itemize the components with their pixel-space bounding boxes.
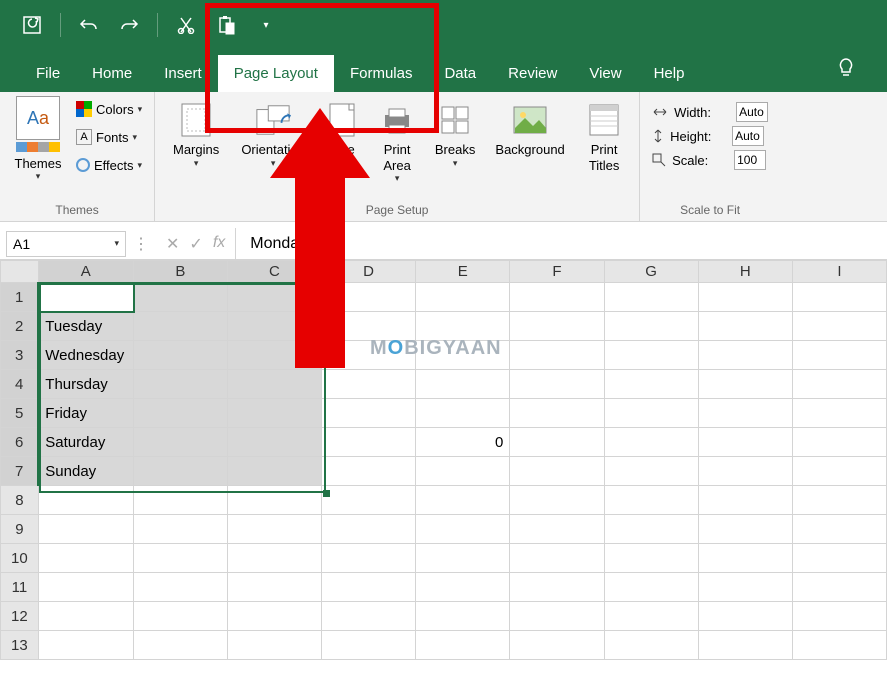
fx-icon[interactable]: fx bbox=[213, 234, 225, 254]
scale-label: Scale: bbox=[672, 153, 728, 168]
margins-button[interactable]: Margins▾ bbox=[163, 96, 229, 169]
paste-icon[interactable] bbox=[214, 13, 238, 37]
cell-A6[interactable]: Saturday bbox=[38, 428, 133, 457]
orientation-button[interactable]: Orientation▾ bbox=[233, 96, 313, 169]
print-titles-button[interactable]: Print Titles bbox=[577, 96, 631, 173]
row-header[interactable]: 2 bbox=[1, 312, 39, 341]
tab-formulas[interactable]: Formulas bbox=[334, 55, 429, 92]
fonts-button[interactable]: AFonts ▾ bbox=[72, 124, 146, 150]
cell-A7[interactable]: Sunday bbox=[38, 457, 133, 486]
cell-B1[interactable] bbox=[133, 283, 227, 312]
col-header-E[interactable]: E bbox=[416, 261, 510, 283]
row-header[interactable]: 6 bbox=[1, 428, 39, 457]
tab-insert[interactable]: Insert bbox=[148, 55, 218, 92]
redo-icon[interactable] bbox=[117, 13, 141, 37]
cell-E6[interactable]: 0 bbox=[416, 428, 510, 457]
width-input[interactable] bbox=[736, 102, 768, 122]
cell-C1[interactable] bbox=[227, 283, 321, 312]
save-icon[interactable] bbox=[20, 13, 44, 37]
row-header[interactable]: 5 bbox=[1, 399, 39, 428]
tab-page-layout[interactable]: Page Layout bbox=[218, 55, 334, 92]
group-label-themes: Themes bbox=[8, 199, 146, 217]
cell-E1[interactable] bbox=[416, 283, 510, 312]
scale-icon bbox=[652, 153, 666, 167]
row-header[interactable]: 13 bbox=[1, 631, 39, 660]
formula-bar: A1▾ ⋮ ✕ ✓ fx Monday bbox=[0, 228, 887, 260]
tab-file[interactable]: File bbox=[20, 55, 76, 92]
customize-qat-icon[interactable]: ▾ bbox=[254, 13, 278, 37]
effects-button[interactable]: Effects ▾ bbox=[72, 152, 146, 178]
size-button[interactable]: Size▾ bbox=[317, 96, 367, 169]
group-label-scale: Scale to Fit bbox=[648, 199, 772, 217]
height-label: Height: bbox=[670, 129, 726, 144]
tab-data[interactable]: Data bbox=[428, 55, 492, 92]
group-themes: Aa Themes ▾ Colors ▾ AFonts ▾ Effects ▾ … bbox=[0, 92, 155, 221]
quick-access-toolbar: ▾ bbox=[0, 0, 887, 50]
enter-icon[interactable]: ✓ bbox=[189, 234, 202, 254]
select-all-corner[interactable] bbox=[1, 261, 39, 283]
cell-A5[interactable]: Friday bbox=[38, 399, 133, 428]
tab-help[interactable]: Help bbox=[638, 55, 701, 92]
row-header[interactable]: 1 bbox=[1, 283, 39, 312]
width-label: Width: bbox=[674, 105, 730, 120]
cell-A3[interactable]: Wednesday bbox=[38, 341, 133, 370]
themes-button[interactable]: Aa Themes ▾ bbox=[8, 96, 68, 182]
scale-input[interactable] bbox=[734, 150, 766, 170]
undo-icon[interactable] bbox=[77, 13, 101, 37]
col-header-F[interactable]: F bbox=[510, 261, 604, 283]
col-header-G[interactable]: G bbox=[604, 261, 698, 283]
name-box[interactable]: A1▾ bbox=[6, 231, 126, 257]
fx-separator: ⋮ bbox=[126, 234, 156, 254]
row-header[interactable]: 4 bbox=[1, 370, 39, 399]
row-header[interactable]: 8 bbox=[1, 486, 39, 515]
cell-A4[interactable]: Thursday bbox=[38, 370, 133, 399]
col-header-D[interactable]: D bbox=[322, 261, 416, 283]
ribbon: Aa Themes ▾ Colors ▾ AFonts ▾ Effects ▾ … bbox=[0, 92, 887, 222]
col-header-B[interactable]: B bbox=[133, 261, 227, 283]
col-header-A[interactable]: A bbox=[38, 261, 133, 283]
row-header[interactable]: 12 bbox=[1, 602, 39, 631]
col-header-I[interactable]: I bbox=[792, 261, 886, 283]
height-input[interactable] bbox=[732, 126, 764, 146]
cell-A2[interactable]: Tuesday bbox=[38, 312, 133, 341]
row-header[interactable]: 7 bbox=[1, 457, 39, 486]
tell-me-icon[interactable] bbox=[825, 49, 867, 92]
group-scale-to-fit: Width: Height: Scale: Scale to Fit bbox=[640, 92, 780, 221]
cell-D1[interactable] bbox=[322, 283, 416, 312]
cut-icon[interactable] bbox=[174, 13, 198, 37]
row-header[interactable]: 10 bbox=[1, 544, 39, 573]
row-header[interactable]: 11 bbox=[1, 573, 39, 602]
tab-home[interactable]: Home bbox=[76, 55, 148, 92]
background-button[interactable]: Background bbox=[487, 96, 573, 158]
cell-A1[interactable]: Monday bbox=[38, 283, 133, 312]
ribbon-tabs: File Home Insert Page Layout Formulas Da… bbox=[0, 50, 887, 92]
print-area-button[interactable]: Print Area▾ bbox=[371, 96, 423, 184]
tab-view[interactable]: View bbox=[573, 55, 637, 92]
row-header[interactable]: 9 bbox=[1, 515, 39, 544]
breaks-button[interactable]: Breaks▾ bbox=[427, 96, 483, 169]
spreadsheet-grid[interactable]: A B C D E F G H I 1Monday 2Tuesday 3Wedn… bbox=[0, 260, 887, 660]
tab-review[interactable]: Review bbox=[492, 55, 573, 92]
cancel-icon[interactable]: ✕ bbox=[166, 234, 179, 254]
width-icon bbox=[652, 106, 668, 118]
formula-input[interactable]: Monday bbox=[235, 228, 887, 259]
height-icon bbox=[652, 128, 664, 144]
col-header-H[interactable]: H bbox=[698, 261, 792, 283]
group-label-pagesetup: Page Setup bbox=[163, 199, 631, 217]
group-page-setup: Margins▾ Orientation▾ Size▾ Print Area▾ … bbox=[155, 92, 640, 221]
row-header[interactable]: 3 bbox=[1, 341, 39, 370]
col-header-C[interactable]: C bbox=[227, 261, 321, 283]
colors-button[interactable]: Colors ▾ bbox=[72, 96, 146, 122]
